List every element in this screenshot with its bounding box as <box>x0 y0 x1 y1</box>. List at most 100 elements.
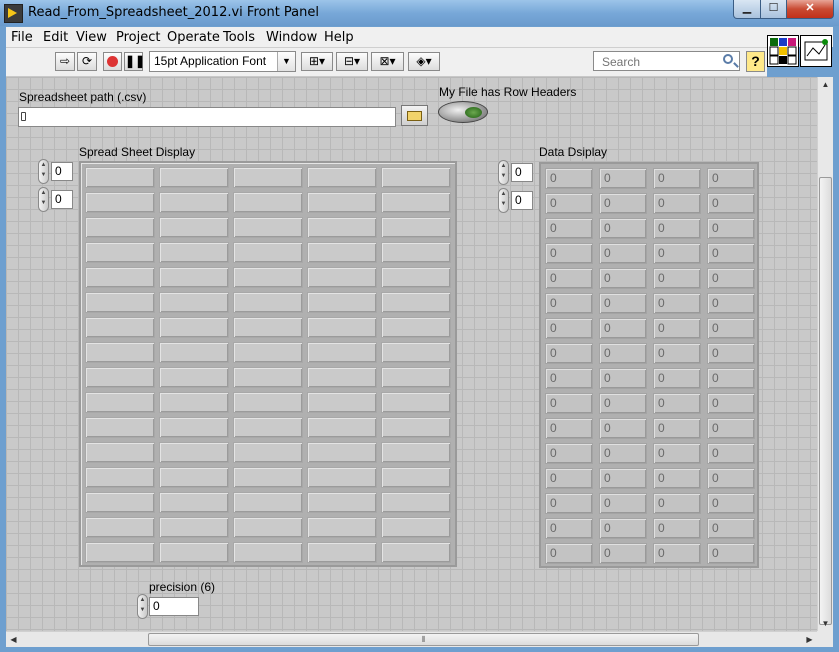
spreadsheet-cell[interactable] <box>307 167 377 188</box>
menu-tools[interactable]: Tools <box>223 30 255 45</box>
data-cell[interactable]: 0 <box>545 468 593 489</box>
spreadsheet-cell[interactable] <box>85 442 155 463</box>
spreadsheet-cell[interactable] <box>381 367 451 388</box>
spreadsheet-cell[interactable] <box>233 267 303 288</box>
data-display-table[interactable]: 0000000000000000000000000000000000000000… <box>539 162 759 568</box>
data-cell[interactable]: 0 <box>545 543 593 564</box>
data-cell[interactable]: 0 <box>707 418 755 439</box>
spreadsheet-display-table[interactable] <box>79 161 457 567</box>
spreadsheet-cell[interactable] <box>233 517 303 538</box>
search-box[interactable] <box>593 51 740 71</box>
spreadsheet-cell[interactable] <box>307 467 377 488</box>
spreadsheet-cell[interactable] <box>159 417 229 438</box>
data-cell[interactable]: 0 <box>707 243 755 264</box>
spreadsheet-cell[interactable] <box>233 292 303 313</box>
spreadsheet-cell[interactable] <box>159 292 229 313</box>
data-cell[interactable]: 0 <box>545 218 593 239</box>
menu-project[interactable]: Project <box>116 30 160 45</box>
connector-pane-icon[interactable] <box>800 35 832 67</box>
data-cell[interactable]: 0 <box>599 218 647 239</box>
spreadsheet-cell[interactable] <box>381 242 451 263</box>
data-cell[interactable]: 0 <box>707 193 755 214</box>
spreadsheet-cell[interactable] <box>159 542 229 563</box>
menu-window[interactable]: Window <box>266 30 317 45</box>
spreadsheet-cell[interactable] <box>85 167 155 188</box>
pause-icon[interactable]: ❚❚ <box>124 52 145 71</box>
spreadsheet-cell[interactable] <box>307 267 377 288</box>
data-cell[interactable]: 0 <box>599 443 647 464</box>
spreadsheet-cell[interactable] <box>307 392 377 413</box>
spreadsheet-cell[interactable] <box>159 267 229 288</box>
row-headers-toggle[interactable] <box>438 101 488 123</box>
spreadsheet-cell[interactable] <box>307 292 377 313</box>
spreadsheet-cell[interactable] <box>307 367 377 388</box>
data-cell[interactable]: 0 <box>545 293 593 314</box>
browse-button[interactable] <box>401 105 428 126</box>
data-cell[interactable]: 0 <box>599 518 647 539</box>
data-cell[interactable]: 0 <box>653 418 701 439</box>
precision-spinner[interactable]: ▲ ▼ <box>137 594 148 619</box>
data-cell[interactable]: 0 <box>545 418 593 439</box>
data-cell[interactable]: 0 <box>707 543 755 564</box>
spreadsheet-cell[interactable] <box>159 342 229 363</box>
spreadsheet-cell[interactable] <box>85 367 155 388</box>
data-cell[interactable]: 0 <box>707 393 755 414</box>
data-cell[interactable]: 0 <box>707 468 755 489</box>
data-cell[interactable]: 0 <box>545 368 593 389</box>
spreadsheet-cell[interactable] <box>381 442 451 463</box>
resize-objects-icon[interactable]: ⊠▾ <box>371 52 404 71</box>
spreadsheet-cell[interactable] <box>233 242 303 263</box>
spreadsheet-cell[interactable] <box>233 542 303 563</box>
data-cell[interactable]: 0 <box>545 318 593 339</box>
spreadsheet-cell[interactable] <box>85 417 155 438</box>
spreadsheet-cell[interactable] <box>85 292 155 313</box>
data-cell[interactable]: 0 <box>545 343 593 364</box>
spreadsheet-cell[interactable] <box>159 492 229 513</box>
search-icon[interactable] <box>723 54 733 64</box>
horizontal-scroll-thumb[interactable]: ⦀ <box>148 633 699 646</box>
spreadsheet-cell[interactable] <box>307 417 377 438</box>
spreadsheet-cell[interactable] <box>307 517 377 538</box>
close-button[interactable]: ✕ <box>786 0 834 19</box>
data-cell[interactable]: 0 <box>653 543 701 564</box>
data-cell[interactable]: 0 <box>707 493 755 514</box>
menu-file[interactable]: File <box>11 30 33 45</box>
data-cell[interactable]: 0 <box>599 368 647 389</box>
spreadsheet-cell[interactable] <box>307 317 377 338</box>
spreadsheet-cell[interactable] <box>85 342 155 363</box>
data-cell[interactable]: 0 <box>545 393 593 414</box>
spreadsheet-cell[interactable] <box>159 192 229 213</box>
spreadsheet-cell[interactable] <box>85 542 155 563</box>
spreadsheet-cell[interactable] <box>233 442 303 463</box>
spreadsheet-cell[interactable] <box>85 192 155 213</box>
data-cell[interactable]: 0 <box>707 518 755 539</box>
spreadsheet-cell[interactable] <box>159 517 229 538</box>
data-cell[interactable]: 0 <box>653 193 701 214</box>
vertical-scroll-thumb[interactable] <box>819 177 832 625</box>
spreadsheet-cell[interactable] <box>381 292 451 313</box>
menu-help[interactable]: Help <box>324 30 354 45</box>
data-cell[interactable]: 0 <box>599 293 647 314</box>
data-cell[interactable]: 0 <box>653 468 701 489</box>
spreadsheet-cell[interactable] <box>307 192 377 213</box>
abort-execution-icon[interactable] <box>103 52 122 71</box>
spreadsheet-cell[interactable] <box>85 392 155 413</box>
spreadsheet-cell[interactable] <box>85 317 155 338</box>
menu-edit[interactable]: Edit <box>43 30 68 45</box>
spreadsheet-cell[interactable] <box>159 367 229 388</box>
spreadsheet-cell[interactable] <box>233 342 303 363</box>
spreadsheet-cell[interactable] <box>85 242 155 263</box>
data-cell[interactable]: 0 <box>599 268 647 289</box>
data-cell[interactable]: 0 <box>653 268 701 289</box>
spreadsheet-cell[interactable] <box>307 342 377 363</box>
spreadsheet-cell[interactable] <box>233 467 303 488</box>
spreadsheet-cell[interactable] <box>233 167 303 188</box>
data-cell[interactable]: 0 <box>599 168 647 189</box>
spreadsheet-cell[interactable] <box>381 192 451 213</box>
search-input[interactable] <box>596 53 714 71</box>
data-cell[interactable]: 0 <box>707 218 755 239</box>
spreadsheet-col-spinner[interactable]: ▲ ▼ <box>38 187 49 212</box>
data-cell[interactable]: 0 <box>545 168 593 189</box>
spreadsheet-cell[interactable] <box>381 467 451 488</box>
scroll-left-arrow-icon[interactable]: ◀ <box>6 632 21 647</box>
